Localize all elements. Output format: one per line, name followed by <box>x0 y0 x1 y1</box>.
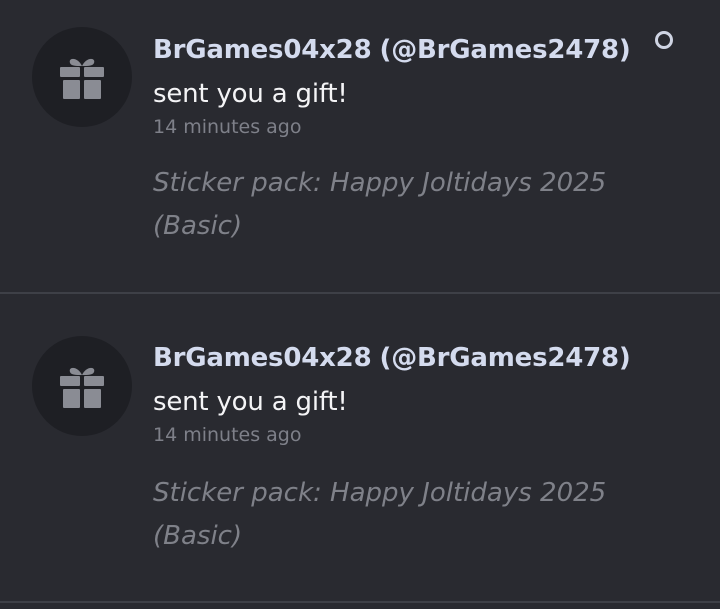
notification-headline: BrGames04x28 (@BrGames2478) sent you a g… <box>153 28 633 116</box>
notification-action: sent you a gift! <box>153 387 348 417</box>
notification-item[interactable]: BrGames04x28 (@BrGames2478) sent you a g… <box>0 294 720 603</box>
notification-content: BrGames04x28 (@BrGames2478) sent you a g… <box>153 28 633 248</box>
notification-action: sent you a gift! <box>153 79 348 109</box>
notification-detail: Sticker pack: Happy Joltidays 2025 (Basi… <box>153 478 607 551</box>
unread-indicator-icon[interactable] <box>655 31 673 49</box>
sender-name[interactable]: BrGames04x28 <box>153 343 372 373</box>
notification-content: BrGames04x28 (@BrGames2478) sent you a g… <box>153 336 693 558</box>
notification-time: 14 minutes ago <box>153 116 302 138</box>
sender-username[interactable]: (@BrGames2478) <box>380 35 631 65</box>
gift-icon <box>60 367 104 408</box>
sender-username[interactable]: (@BrGames2478) <box>380 343 631 373</box>
notification-detail: Sticker pack: Happy Joltidays 2025 (Basi… <box>153 168 607 241</box>
notification-time: 14 minutes ago <box>153 424 302 446</box>
notification-item[interactable]: BrGames04x28 (@BrGames2478) sent you a g… <box>0 0 720 294</box>
sender-name[interactable]: BrGames04x28 <box>153 35 372 65</box>
notification-avatar <box>32 336 132 436</box>
notification-avatar <box>32 27 132 127</box>
notification-feed: BrGames04x28 (@BrGames2478) sent you a g… <box>0 0 720 609</box>
notification-headline: BrGames04x28 (@BrGames2478) sent you a g… <box>153 336 693 424</box>
gift-icon <box>60 58 104 99</box>
